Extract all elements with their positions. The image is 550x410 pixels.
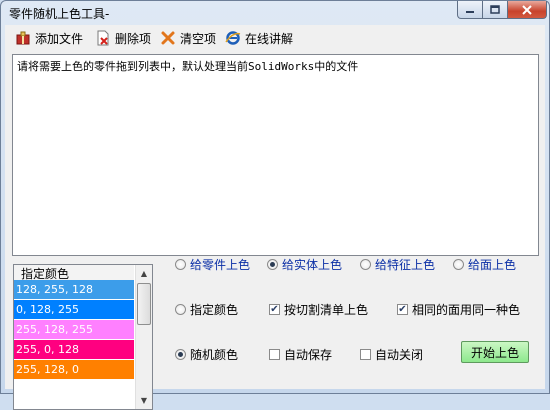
file-drop-list[interactable]: 请将需要上色的零件拖到列表中，默认处理当前SolidWorks中的文件 [12, 54, 539, 256]
online-guide-button[interactable]: 在线讲解 [225, 29, 293, 47]
radio-body[interactable]: 给实体上色 [267, 256, 342, 273]
checkbox-auto-save-label: 自动保存 [284, 348, 333, 362]
checkbox-cut-list[interactable]: ✔ 按切割清单上色 [269, 301, 368, 318]
color-row-label: 128, 255, 128 [16, 283, 93, 296]
radio-body-label: 给实体上色 [282, 258, 343, 272]
online-guide-label: 在线讲解 [245, 31, 294, 46]
clear-x-icon [161, 31, 175, 45]
scroll-down-arrow-icon[interactable]: ▼ [136, 392, 152, 409]
color-row[interactable]: 128, 255, 128 [14, 280, 134, 300]
app-window: 零件随机上色工具- 添加文件 删除项 清空项 在线讲解 请将需要上色的零件拖到列… [0, 0, 550, 410]
delete-item-button[interactable]: 删除项 [95, 29, 151, 47]
radio-body-indicator[interactable] [267, 259, 278, 270]
clear-items-button[interactable]: 清空项 [160, 29, 216, 47]
color-row-label: 255, 128, 255 [16, 323, 93, 336]
radio-specified-indicator[interactable] [175, 304, 186, 315]
radio-face-indicator[interactable] [453, 259, 464, 270]
maximize-button[interactable] [482, 1, 508, 19]
radio-part-label: 给零件上色 [190, 258, 251, 272]
radio-face-label: 给面上色 [468, 258, 517, 272]
checkbox-auto-save-box[interactable] [269, 349, 280, 360]
checkbox-cut-list-box[interactable]: ✔ [269, 304, 280, 315]
checkbox-auto-save[interactable]: 自动保存 [269, 346, 332, 363]
start-coloring-label: 开始上色 [470, 345, 519, 360]
radio-feature-label: 给特征上色 [375, 258, 436, 272]
color-row[interactable]: 0, 128, 255 [14, 300, 134, 320]
toolbar: 添加文件 删除项 清空项 在线讲解 [5, 25, 545, 51]
scroll-thumb[interactable] [137, 283, 151, 325]
color-row[interactable]: 255, 128, 255 [14, 320, 134, 340]
checkbox-auto-close[interactable]: 自动关闭 [360, 346, 423, 363]
radio-feature-indicator[interactable] [360, 259, 371, 270]
checkbox-auto-close-box[interactable] [360, 349, 371, 360]
checkbox-cut-list-label: 按切割清单上色 [284, 303, 369, 317]
minimize-button[interactable] [457, 1, 483, 19]
color-list-header[interactable]: 指定颜色 [14, 265, 134, 281]
color-row[interactable]: 255, 128, 0 [14, 360, 134, 380]
radio-random-color[interactable]: 随机颜色 [175, 346, 238, 363]
clear-items-label: 清空项 [180, 31, 217, 46]
radio-random-label: 随机颜色 [190, 348, 239, 362]
close-icon [522, 4, 532, 15]
radio-face[interactable]: 给面上色 [453, 256, 516, 273]
scroll-up-arrow-icon[interactable]: ▲ [136, 265, 152, 282]
add-file-icon [16, 31, 30, 45]
start-coloring-button[interactable]: 开始上色 [461, 341, 529, 363]
close-button[interactable] [507, 1, 547, 19]
color-row[interactable]: 255, 0, 128 [14, 340, 134, 360]
radio-part-indicator[interactable] [175, 259, 186, 270]
delete-document-icon [97, 30, 109, 46]
hint-text: 请将需要上色的零件拖到列表中，默认处理当前SolidWorks中的文件 [17, 60, 359, 73]
title-bar: 零件随机上色工具- [1, 1, 549, 23]
radio-random-indicator[interactable] [175, 349, 186, 360]
minimize-icon [466, 10, 474, 13]
window-title: 零件随机上色工具- [9, 7, 110, 21]
maximize-icon [490, 4, 500, 14]
add-file-label: 添加文件 [35, 31, 84, 46]
checkbox-same-face-box[interactable]: ✔ [397, 304, 408, 315]
checkbox-auto-close-label: 自动关闭 [375, 348, 424, 362]
radio-specified-label: 指定颜色 [190, 303, 239, 317]
radio-part[interactable]: 给零件上色 [175, 256, 250, 273]
color-list[interactable]: 指定颜色 128, 255, 128 0, 128, 255 255, 128,… [13, 264, 153, 410]
checkbox-same-face-label: 相同的面用同一种色 [412, 303, 521, 317]
color-list-scrollbar[interactable]: ▲ ▼ [135, 265, 152, 409]
internet-explorer-icon [225, 31, 241, 45]
radio-feature[interactable]: 给特征上色 [360, 256, 435, 273]
checkbox-same-face[interactable]: ✔ 相同的面用同一种色 [397, 301, 520, 318]
main-panel: 添加文件 删除项 清空项 在线讲解 请将需要上色的零件拖到列表中，默认处理当前S… [5, 25, 545, 410]
add-file-button[interactable]: 添加文件 [15, 29, 83, 47]
radio-specified-color[interactable]: 指定颜色 [175, 301, 238, 318]
delete-item-label: 删除项 [115, 31, 152, 46]
color-row-label: 255, 0, 128 [16, 343, 79, 356]
color-row-label: 255, 128, 0 [16, 363, 79, 376]
color-row-label: 0, 128, 255 [16, 303, 79, 316]
